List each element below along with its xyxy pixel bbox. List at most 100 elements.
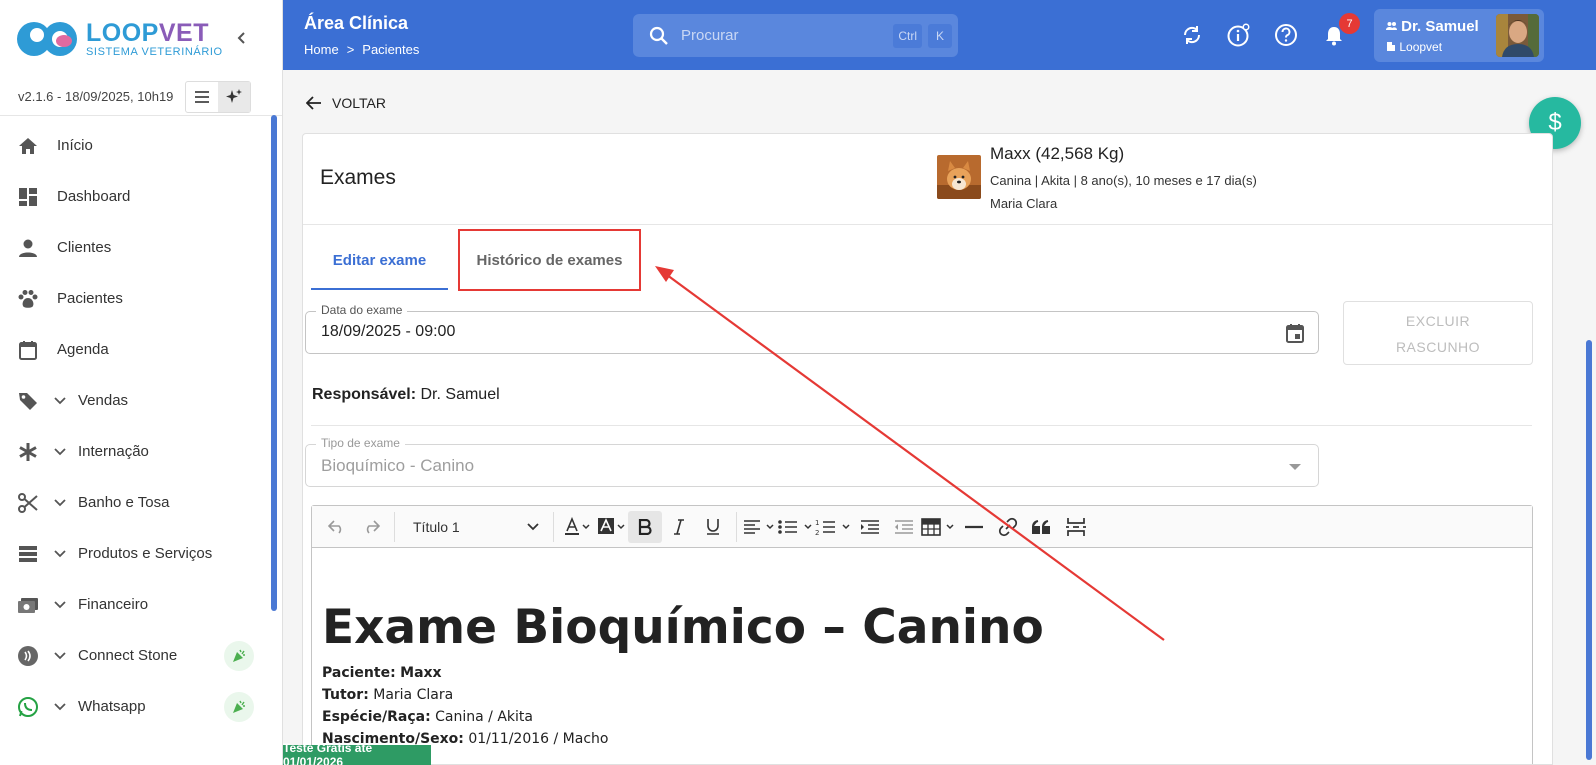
table-button[interactable] [921, 511, 957, 543]
breadcrumb-separator: > [346, 42, 355, 57]
indent-icon [861, 519, 879, 534]
sidebar-item-financeiro[interactable]: Financeiro [0, 579, 282, 630]
sidebar-item-label: Dashboard [57, 188, 131, 205]
sidebar-item-connect-stone[interactable]: Connect Stone [0, 630, 282, 681]
tab-editar-exame[interactable]: Editar exame [311, 232, 448, 290]
redo-button[interactable] [354, 511, 388, 543]
tab-historico-exames[interactable]: Histórico de exames [458, 229, 641, 291]
doc-line-label: Tutor: [322, 687, 369, 703]
sidebar-item-dashboard[interactable]: Dashboard [0, 171, 282, 222]
outdent-icon [895, 519, 913, 534]
bullet-list-button[interactable] [777, 511, 815, 543]
horizontal-line-icon [965, 525, 983, 528]
page-scrollbar[interactable] [1586, 340, 1592, 760]
doc-line-label: Paciente: [322, 665, 396, 681]
dashboard-icon [16, 185, 40, 209]
indent-button[interactable] [853, 511, 887, 543]
sidebar-item-vendas[interactable]: Vendas [0, 375, 282, 426]
sidebar-item-clientes[interactable]: Clientes [0, 222, 282, 273]
highlight-icon [598, 517, 625, 534]
celebration-icon [224, 640, 254, 671]
trial-badge: Teste Grátis até 01/01/2026 [283, 741, 431, 765]
pet-photo [937, 155, 981, 199]
sidebar-item-whatsapp[interactable]: Whatsapp [0, 681, 282, 732]
version-row: v2.1.6 - 18/09/2025, 10h19 [0, 78, 282, 116]
sidebar-item-label: Connect Stone [78, 647, 178, 664]
exam-date-field[interactable]: Data do exame 18/09/2025 - 09:00 [305, 303, 1319, 354]
user-menu[interactable]: Dr. Samuel Loopvet [1374, 9, 1544, 62]
undo-button[interactable] [320, 511, 354, 543]
card-header: Exames Maxx (42,568 Kg) Canina | Akita |… [303, 134, 1552, 225]
sidebar-item-label: Internação [78, 443, 149, 460]
exam-type-select[interactable]: Tipo de exame Bioquímico - Canino [305, 436, 1319, 487]
italic-button[interactable] [662, 511, 696, 543]
exam-tabs: Editar exame Histórico de exames [311, 229, 641, 291]
doc-line-paciente: Paciente: Maxx [322, 662, 1522, 684]
paw-icon [16, 287, 40, 311]
sidebar-item-inicio[interactable]: Início [0, 120, 282, 171]
chevron-down-icon [52, 546, 68, 562]
chevron-down-icon [52, 597, 68, 613]
numbered-list-button[interactable]: 12 [815, 511, 853, 543]
collapse-sidebar-button[interactable] [230, 26, 254, 50]
topbar: Área Clínica Home > Pacientes Procurar C… [283, 0, 1596, 70]
heading-select[interactable]: Título 1 [401, 511, 547, 543]
sidebar-item-label: Agenda [57, 341, 109, 358]
underline-button[interactable] [696, 511, 730, 543]
sidebar-item-produtos-servicos[interactable]: Produtos e Serviços [0, 528, 282, 579]
sidebar-item-label: Produtos e Serviços [78, 545, 213, 562]
sidebar-item-pacientes[interactable]: Pacientes [0, 273, 282, 324]
horizontal-line-button[interactable] [957, 511, 991, 543]
ai-view-button[interactable] [218, 81, 251, 112]
sidebar-item-agenda[interactable]: Agenda [0, 324, 282, 375]
blockquote-button[interactable] [1025, 511, 1059, 543]
chevron-down-icon [52, 495, 68, 511]
editor-toolbar: Título 1 12 [312, 506, 1532, 548]
doc-line-value: Maxx [400, 665, 442, 681]
sidebar-item-internacao[interactable]: Internação [0, 426, 282, 477]
page-break-icon [1066, 517, 1086, 536]
font-color-button[interactable] [560, 511, 594, 543]
breadcrumb-home[interactable]: Home [304, 42, 339, 57]
delete-draft-button[interactable]: EXCLUIR RASCUNHO [1343, 301, 1533, 365]
sync-button[interactable] [1179, 22, 1205, 48]
breadcrumb: Home > Pacientes [304, 42, 419, 57]
person-icon [16, 236, 40, 260]
sidebar-nav: Início Dashboard Clientes Pacientes Agen… [0, 116, 282, 732]
editor-content[interactable]: Exame Bioquímico – Canino Paciente: Maxx… [312, 548, 1532, 750]
align-button[interactable] [743, 511, 777, 543]
link-button[interactable] [991, 511, 1025, 543]
search-input[interactable]: Procurar Ctrl K [633, 14, 958, 57]
page-break-button[interactable] [1059, 511, 1093, 543]
logo-name-a: LOOP [86, 19, 159, 47]
doc-line-value: 01/11/2016 / Macho [468, 731, 609, 747]
sidebar-item-label: Clientes [57, 239, 112, 256]
font-color-icon [565, 516, 590, 535]
doc-line-label: Espécie/Raça: [322, 709, 431, 725]
redo-icon [366, 519, 380, 534]
user-name: Dr. Samuel [1386, 18, 1479, 35]
sidebar-scrollbar[interactable] [271, 115, 277, 611]
view-toggle [185, 80, 252, 113]
avatar [1496, 14, 1539, 57]
chevron-down-icon [527, 522, 539, 530]
help-button[interactable] [1273, 22, 1299, 48]
notifications-button[interactable]: 7 [1321, 13, 1360, 48]
outdent-button[interactable] [887, 511, 921, 543]
toolbar-separator [394, 511, 395, 542]
user-name-text: Dr. Samuel [1401, 18, 1479, 35]
menu-view-button[interactable] [186, 82, 218, 112]
doc-line-value: Canina / Akita [435, 709, 533, 725]
search-icon [649, 26, 668, 45]
chevron-left-icon [237, 32, 245, 44]
back-button[interactable]: VOLTAR [306, 95, 386, 111]
calendar-icon[interactable] [1284, 322, 1306, 344]
bold-button[interactable] [628, 510, 662, 543]
background-color-button[interactable] [594, 511, 628, 543]
heading-select-value: Título 1 [413, 518, 460, 535]
sidebar-item-banho-tosa[interactable]: Banho e Tosa [0, 477, 282, 528]
caret-down-icon [1289, 464, 1301, 470]
info-button[interactable] [1226, 22, 1252, 48]
svg-text:1: 1 [815, 519, 819, 527]
chevron-down-icon [52, 699, 68, 715]
